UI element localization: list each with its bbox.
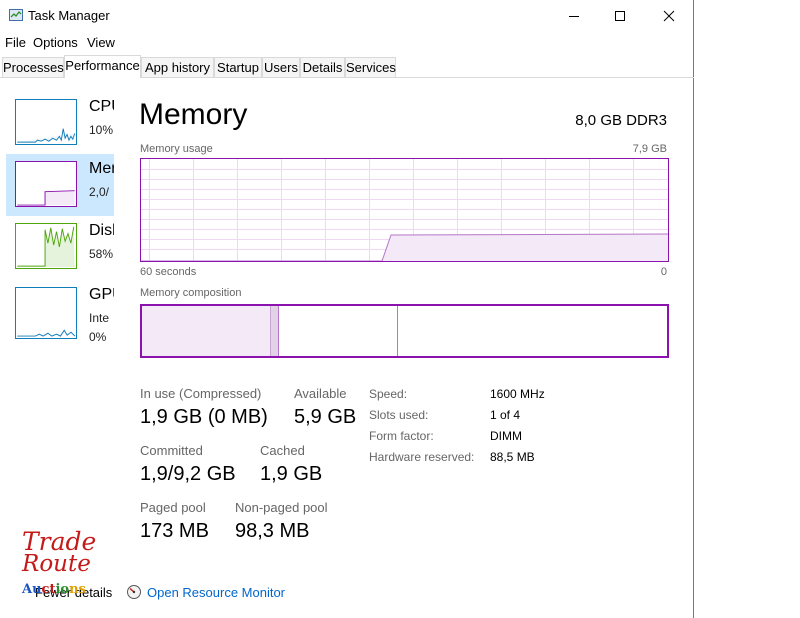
committed-value: 1,9/9,2 GB [140, 463, 236, 485]
gpu-adapter-value: Inte [89, 311, 110, 325]
memory-thumbnail-graph [15, 161, 77, 207]
memory-usage-label: Memory usage [140, 143, 213, 155]
speed-value: 1600 MHz [490, 387, 545, 401]
available-value: 5,9 GB [294, 406, 357, 428]
hardware-reserved-value: 88,5 MB [490, 450, 535, 464]
footer-bar: Fewer details Open Resource Monitor [0, 583, 694, 618]
task-manager-icon [9, 9, 23, 21]
close-icon [663, 10, 675, 22]
composition-in-use [141, 305, 270, 357]
memory-usage-max: 7,9 GB [632, 143, 667, 155]
disk-thumbnail-graph [15, 223, 77, 269]
gpu-thumbnail-graph [15, 287, 77, 339]
gpu-label: GPU [89, 286, 114, 303]
hardware-reserved-label: Hardware reserved: [369, 450, 475, 464]
slots-used-value: 1 of 4 [490, 408, 521, 422]
tab-users[interactable]: Users [262, 57, 300, 77]
cpu-thumbnail-graph [15, 99, 77, 145]
form-factor-label: Form factor: [369, 429, 434, 443]
tab-app-history[interactable]: App history [141, 57, 214, 77]
committed-label: Committed [140, 443, 203, 458]
tab-details[interactable]: Details [300, 57, 345, 77]
menu-view[interactable]: View [87, 35, 115, 50]
maximize-button[interactable] [597, 0, 643, 32]
resource-monitor-icon [127, 585, 141, 599]
tab-strip: Processes Performance App history Startu… [0, 55, 694, 78]
memory-value: 2,0/ [89, 185, 110, 199]
form-factor-value: DIMM [490, 429, 522, 443]
disk-value: 58% [89, 247, 114, 261]
resource-list: CPU 10% Memory 2,0/ Disk 58% GPU Inte [0, 78, 114, 583]
tab-performance[interactable]: Performance [64, 55, 141, 78]
time-axis-right: 0 [660, 266, 667, 278]
menu-options[interactable]: Options [33, 35, 78, 50]
minimize-icon [569, 16, 579, 17]
memory-usage-area [382, 234, 668, 261]
composition-modified [270, 305, 278, 357]
gpu-value: 0% [89, 330, 107, 344]
memory-detail-pane: Memory 8,0 GB DDR3 Memory usage 7,9 GB 6… [114, 78, 693, 583]
task-manager-window: Task Manager File Options View Processes… [0, 0, 694, 618]
tab-processes[interactable]: Processes [2, 57, 64, 77]
cached-label: Cached [260, 443, 305, 458]
menu-file[interactable]: File [5, 35, 26, 50]
paged-pool-label: Paged pool [140, 500, 206, 515]
time-axis-left: 60 seconds [140, 266, 197, 278]
paged-pool-value: 173 MB [140, 520, 209, 542]
watermark-line-3: Auctions [22, 582, 86, 597]
memory-usage-graph [140, 158, 669, 262]
memory-composition-label: Memory composition [140, 287, 242, 299]
available-label: Available [294, 386, 347, 401]
in-use-label: In use (Compressed) [140, 386, 262, 401]
maximize-icon [615, 11, 625, 21]
resource-item-cpu[interactable]: CPU 10% [6, 92, 114, 154]
watermark-line-2: Route [22, 551, 91, 577]
title-bar: Task Manager [0, 0, 694, 32]
tab-services[interactable]: Services [345, 57, 396, 77]
resource-item-disk[interactable]: Disk 58% [6, 216, 114, 278]
non-paged-pool-value: 98,3 MB [235, 520, 310, 542]
in-use-value: 1,9 GB (0 MB) [140, 406, 268, 428]
close-button[interactable] [646, 0, 692, 32]
cached-value: 1,9 GB [260, 463, 323, 485]
cpu-label: CPU [89, 98, 114, 115]
cpu-value: 10% [89, 123, 114, 137]
minimize-button[interactable] [551, 0, 597, 32]
disk-label: Disk [89, 222, 114, 239]
memory-label: Memory [89, 160, 114, 177]
resource-item-memory[interactable]: Memory 2,0/ [6, 154, 114, 216]
window-title: Task Manager [28, 8, 110, 23]
tab-startup[interactable]: Startup [214, 57, 262, 77]
memory-spec: 8,0 GB DDR3 [575, 112, 667, 129]
page-title: Memory [139, 98, 248, 131]
speed-label: Speed: [369, 387, 408, 401]
resource-item-gpu[interactable]: GPU Inte 0% [6, 280, 114, 352]
non-paged-pool-label: Non-paged pool [235, 500, 328, 515]
memory-composition-bar[interactable] [140, 304, 669, 358]
open-resource-monitor-link[interactable]: Open Resource Monitor [147, 585, 285, 600]
slots-used-label: Slots used: [369, 408, 429, 422]
